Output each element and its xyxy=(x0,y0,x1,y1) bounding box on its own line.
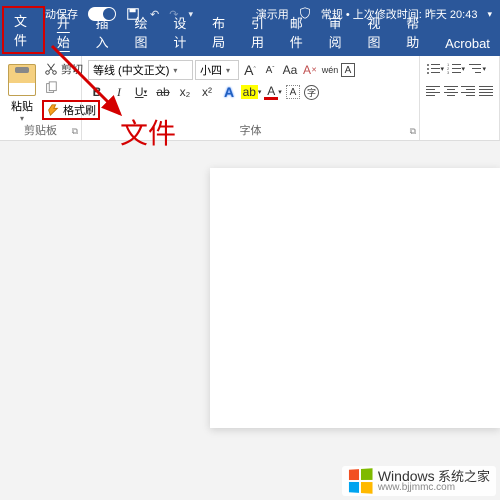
paste-label: 粘贴 xyxy=(11,98,33,114)
underline-button[interactable]: U▾ xyxy=(132,83,150,101)
tab-file[interactable]: 文件 xyxy=(2,6,45,54)
shrink-font-button[interactable]: Aˇ xyxy=(261,61,279,79)
tab-layout[interactable]: 布局 xyxy=(202,8,241,56)
char-border-button[interactable]: A xyxy=(341,63,355,77)
subscript-button[interactable]: x₂ xyxy=(176,83,194,101)
number-list-button[interactable]: 123▾ xyxy=(447,60,465,78)
align-left-button[interactable] xyxy=(426,82,441,100)
paste-icon xyxy=(8,64,36,96)
superscript-button[interactable]: x² xyxy=(198,83,216,101)
paste-button[interactable]: 粘贴 ▾ xyxy=(6,62,38,125)
tab-mailings[interactable]: 邮件 xyxy=(280,8,319,56)
grow-font-button[interactable]: Aˆ xyxy=(241,61,259,79)
bold-button[interactable]: B xyxy=(88,83,106,101)
char-shading-button[interactable]: A xyxy=(286,85,300,99)
change-case-button[interactable]: Aa xyxy=(281,61,299,79)
tab-help[interactable]: 帮助 xyxy=(396,8,435,56)
group-font: 等线 (中文正文)▾ 小四▾ Aˆ Aˇ Aa A✕ wén A B I U▾ … xyxy=(82,56,420,140)
align-center-button[interactable] xyxy=(444,82,459,100)
tab-review[interactable]: 审阅 xyxy=(319,8,358,56)
italic-button[interactable]: I xyxy=(110,83,128,101)
watermark: Windows 系统之家 www.bjjmmc.com xyxy=(342,466,496,496)
tab-home[interactable]: 开始 xyxy=(47,8,86,56)
font-family-select[interactable]: 等线 (中文正文)▾ xyxy=(88,60,193,80)
group-paragraph: ▾ 123▾ ▾ xyxy=(420,56,500,140)
dropdown-icon[interactable]: ▾ xyxy=(188,9,193,20)
strike-button[interactable]: ab xyxy=(154,83,172,101)
font-size-value: 小四 xyxy=(200,62,222,78)
tab-view[interactable]: 视图 xyxy=(357,8,396,56)
chevron-down-icon[interactable]: ▾ xyxy=(487,9,492,20)
font-group-label: 字体 xyxy=(240,122,262,138)
highlight-button[interactable]: ab▾ xyxy=(242,83,260,101)
ribbon: 粘贴 ▾ 剪切 格式刷 剪贴板 ⧉ 等线 xyxy=(0,56,500,141)
cut-label: 剪切 xyxy=(61,61,83,77)
bullet-list-button[interactable]: ▾ xyxy=(426,60,444,78)
group-clipboard: 粘贴 ▾ 剪切 格式刷 剪贴板 ⧉ xyxy=(0,56,82,140)
font-family-value: 等线 (中文正文) xyxy=(93,62,169,78)
tab-references[interactable]: 引用 xyxy=(241,8,280,56)
text-effects-button[interactable]: A xyxy=(220,83,238,101)
undo-icon[interactable]: ↶ xyxy=(150,8,159,21)
font-dialog-launcher[interactable]: ⧉ xyxy=(410,126,416,137)
multilevel-list-button[interactable]: ▾ xyxy=(468,60,486,78)
svg-text:3: 3 xyxy=(447,70,450,75)
font-size-select[interactable]: 小四▾ xyxy=(195,60,239,80)
align-right-button[interactable] xyxy=(461,82,476,100)
align-justify-button[interactable] xyxy=(479,82,494,100)
watermark-url: www.bjjmmc.com xyxy=(378,483,490,493)
redo-icon[interactable]: ↷ xyxy=(169,8,178,21)
enclosed-char-button[interactable]: 字 xyxy=(304,85,319,100)
windows-logo-icon xyxy=(349,468,373,494)
phonetic-button[interactable]: wén xyxy=(321,61,339,79)
font-color-button[interactable]: A▾ xyxy=(264,83,282,101)
clear-format-button[interactable]: A✕ xyxy=(301,61,319,79)
ribbon-tabs: 文件 开始 插入 绘图 设计 布局 引用 邮件 审阅 视图 帮助 Acrobat xyxy=(0,28,500,56)
clipboard-dialog-launcher[interactable]: ⧉ xyxy=(72,126,78,137)
document-canvas[interactable] xyxy=(210,168,500,428)
tab-acrobat[interactable]: Acrobat xyxy=(435,31,500,56)
autosave-toggle[interactable] xyxy=(88,7,116,21)
clipboard-group-label: 剪贴板 xyxy=(24,122,57,138)
